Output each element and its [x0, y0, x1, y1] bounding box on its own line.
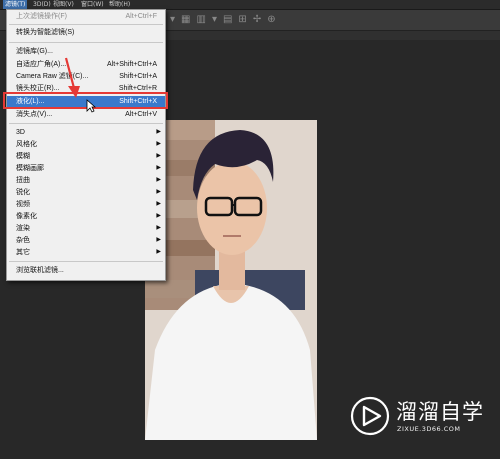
menu-separator — [9, 261, 163, 262]
menu-separator — [9, 42, 163, 43]
menu-item-label: 消失点(V)... — [16, 111, 53, 118]
menu-item-label: 转换为智能滤镜(S) — [16, 29, 75, 36]
submenu-arrow-icon: ▶ — [156, 189, 161, 195]
submenu-arrow-icon: ▶ — [156, 201, 161, 207]
menu-item-distort[interactable]: 扭曲 ▶ — [7, 175, 165, 186]
align-icon[interactable]: ▤ — [223, 14, 232, 26]
menu-item-label: 锐化 — [16, 189, 30, 196]
menu-item-label: 扭曲 — [16, 177, 30, 184]
menu-item-label: 风格化 — [16, 141, 37, 148]
move-3d-icon[interactable]: ✢ — [253, 14, 261, 26]
menu-separator — [9, 24, 163, 25]
menu-item-label: 模糊画廊 — [16, 165, 44, 172]
menu-item-label: 杂色 — [16, 237, 30, 244]
play-logo-icon — [350, 396, 390, 436]
menu-item-pixelate[interactable]: 像素化 ▶ — [7, 211, 165, 222]
menu-item-render[interactable]: 渲染 ▶ — [7, 223, 165, 234]
options-icons: ▾ ▦ ▥ ▾ ▤ ⊞ ✢ ⊕ — [170, 14, 276, 26]
submenu-arrow-icon: ▶ — [156, 177, 161, 183]
submenu-arrow-icon: ▶ — [156, 129, 161, 135]
submenu-arrow-icon: ▶ — [156, 141, 161, 147]
mouse-cursor-icon — [86, 99, 96, 113]
menu-3d[interactable]: 3D(D) — [31, 0, 53, 9]
menu-item-shortcut: Alt+Shift+Ctrl+A — [107, 61, 157, 68]
menu-item-video[interactable]: 视频 ▶ — [7, 199, 165, 210]
menu-item-shortcut: Shift+Ctrl+A — [119, 73, 157, 80]
menu-item-noise[interactable]: 杂色 ▶ — [7, 235, 165, 246]
menu-item-last-filter[interactable]: 上次滤镜操作(F) Alt+Ctrl+F — [7, 11, 165, 22]
filter-menu: 上次滤镜操作(F) Alt+Ctrl+F 转换为智能滤镜(S) 滤镜库(G)..… — [6, 9, 166, 281]
menu-item-stylize[interactable]: 风格化 ▶ — [7, 139, 165, 150]
menu-item-label: 渲染 — [16, 225, 30, 232]
menu-item-label: 像素化 — [16, 213, 37, 220]
move-3d-icon[interactable]: ⊕ — [267, 14, 275, 26]
submenu-arrow-icon: ▶ — [156, 165, 161, 171]
dropdown-icon[interactable]: ▾ — [212, 14, 217, 26]
menu-item-label: 浏览联机滤镜... — [16, 267, 64, 274]
menu-item-label: 自适应广角(A)... — [16, 61, 67, 68]
annotation-arrow-icon — [64, 57, 80, 98]
menu-item-convert-smart-filter[interactable]: 转换为智能滤镜(S) — [7, 27, 165, 38]
menu-item-other[interactable]: 其它 ▶ — [7, 247, 165, 258]
menu-help[interactable]: 帮助(H) — [107, 0, 132, 9]
submenu-arrow-icon: ▶ — [156, 153, 161, 159]
submenu-arrow-icon: ▶ — [156, 237, 161, 243]
menu-item-blur[interactable]: 模糊 ▶ — [7, 151, 165, 162]
menu-item-blur-gallery[interactable]: 模糊画廊 ▶ — [7, 163, 165, 174]
menu-separator — [9, 123, 163, 124]
menu-item-label: 视频 — [16, 201, 30, 208]
menu-item-3d[interactable]: 3D ▶ — [7, 127, 165, 138]
align-icon[interactable]: ▦ — [181, 14, 190, 26]
canvas-photo — [145, 120, 317, 440]
menu-item-label: 模糊 — [16, 153, 30, 160]
menu-item-label: 上次滤镜操作(F) — [16, 13, 67, 20]
menu-filter[interactable]: 滤镜(T) — [3, 0, 28, 9]
submenu-arrow-icon: ▶ — [156, 249, 161, 255]
menu-window[interactable]: 窗口(W) — [79, 0, 106, 9]
distribute-icon[interactable]: ▥ — [196, 14, 205, 26]
submenu-arrow-icon: ▶ — [156, 225, 161, 231]
menu-item-label: 其它 — [16, 249, 30, 256]
menu-item-shortcut: Alt+Ctrl+V — [125, 111, 157, 118]
watermark: 溜溜自学 ZIXUE.3D66.COM — [350, 392, 483, 444]
dropdown-icon[interactable]: ▾ — [170, 14, 175, 26]
menu-item-browse-online-filters[interactable]: 浏览联机滤镜... — [7, 265, 165, 276]
menu-item-sharpen[interactable]: 锐化 ▶ — [7, 187, 165, 198]
menu-view[interactable]: 视图(V) — [51, 0, 76, 9]
menu-item-shortcut: Alt+Ctrl+F — [125, 13, 157, 20]
watermark-title: 溜溜自学 — [396, 400, 484, 424]
menu-item-label: 滤镜库(G)... — [16, 48, 53, 55]
distribute-icon[interactable]: ⊞ — [238, 14, 246, 26]
submenu-arrow-icon: ▶ — [156, 213, 161, 219]
watermark-subtitle: ZIXUE.3D66.COM — [397, 425, 461, 433]
menu-item-label: 3D — [16, 129, 25, 136]
